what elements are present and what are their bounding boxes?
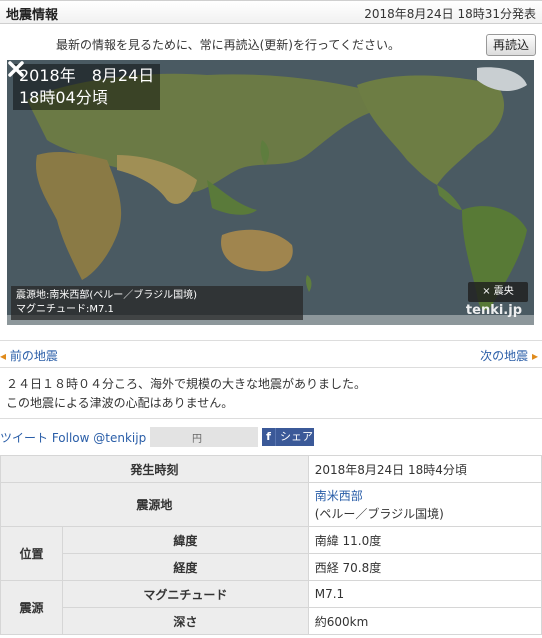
earthquake-map: 2018年 8月24日 18時04分頃 震源地:南米西部(ペルー／ブラジル国境)… (7, 60, 534, 325)
latitude-header: 緯度 (62, 526, 309, 554)
placeholder-glyph: 円 (192, 434, 202, 445)
next-quake-label: 次の地震 (480, 349, 529, 363)
map-datetime: 2018年 8月24日 18時04分頃 (13, 64, 161, 110)
table-row: 経度 西経 70.8度 (1, 553, 542, 581)
message-line-2: この地震による津波の心配はありません。 (6, 396, 234, 410)
latitude-value: 南緯 11.0度 (307, 526, 542, 554)
facebook-share-button[interactable]: f シェア (262, 428, 314, 446)
tweet-follow-link[interactable]: ツイート Follow @tenkijp (0, 429, 146, 446)
right-arrow-icon: ▸ (531, 349, 538, 363)
table-row: 発生時刻 2018年8月24日 18時4分頃 (0, 455, 542, 483)
header-bar: 地震情報 2018年8月24日 18時31分発表 (0, 0, 542, 24)
time-value: 2018年8月24日 18時4分頃 (307, 455, 542, 483)
longitude-value: 西経 70.8度 (307, 553, 542, 581)
position-header: 位置 (0, 526, 63, 581)
quake-message: ２４日１８時０４分ころ、海外で規模の大きな地震がありました。 この地震による津波… (6, 375, 366, 413)
time-header: 発生時刻 (0, 455, 309, 483)
prev-quake-label: 前の地震 (9, 349, 58, 363)
map-date: 2018年 8月24日 (19, 66, 155, 85)
depth-value: 約600km (307, 607, 542, 635)
page-title: 地震情報 (6, 8, 59, 23)
tenki-logo: tenki.jp (465, 303, 522, 318)
facebook-icon: f (262, 428, 276, 446)
table-row: 位置 緯度 南緯 11.0度 (0, 526, 542, 581)
share-label: シェア (280, 430, 313, 443)
next-quake-link[interactable]: 次の地震 ▸ (480, 347, 538, 364)
epicenter-value: 南米西部 (ペルー／ブラジル国境) (307, 482, 542, 527)
reload-notice: 最新の情報を見るために、常に再読込(更新)を行ってください。 (55, 38, 400, 52)
epicenter-legend: × 震央 (468, 282, 528, 302)
magnitude-value: M7.1 (307, 580, 542, 608)
magnitude-header: マグニチュード (62, 580, 309, 608)
social-bar: ツイート Follow @tenkijp 円 f シェア (0, 418, 542, 455)
depth-header: 深さ (62, 607, 309, 635)
quake-navigation: ◂ 前の地震 次の地震 ▸ (0, 340, 542, 368)
message-line-1: ２４日１８時０４分ころ、海外で規模の大きな地震がありました。 (6, 377, 367, 391)
epicenter-marker-icon (8, 61, 24, 77)
epicenter-header: 震源地 (0, 482, 309, 527)
epicenter-link[interactable]: 南米西部 (315, 489, 363, 503)
source-header: 震源 (0, 580, 63, 635)
table-row: 震源地 南米西部 (ペルー／ブラジル国境) (0, 482, 542, 527)
map-info-box: 震源地:南米西部(ペルー／ブラジル国境) マグニチュード:M7.1 (11, 286, 303, 320)
epicenter-detail: (ペルー／ブラジル国境) (314, 506, 444, 521)
map-time: 18時04分頃 (19, 88, 108, 107)
quake-details-table: 発生時刻 2018年8月24日 18時4分頃 震源地 南米西部 (ペルー／ブラジ… (0, 455, 542, 635)
left-arrow-icon: ◂ (0, 349, 7, 363)
issued-timestamp: 2018年8月24日 18時31分発表 (364, 7, 536, 21)
social-widget-placeholder: 円 (150, 427, 258, 447)
map-magnitude-text: マグニチュード:M7.1 (16, 304, 114, 315)
table-row: 深さ 約600km (1, 607, 542, 635)
reload-button[interactable]: 再読込 (485, 34, 536, 56)
table-row: 震源 マグニチュード M7.1 (0, 580, 542, 635)
map-epicenter-text: 震源地:南米西部(ペルー／ブラジル国境) (16, 290, 197, 301)
prev-quake-link[interactable]: ◂ 前の地震 (0, 347, 58, 364)
longitude-header: 経度 (62, 553, 309, 581)
